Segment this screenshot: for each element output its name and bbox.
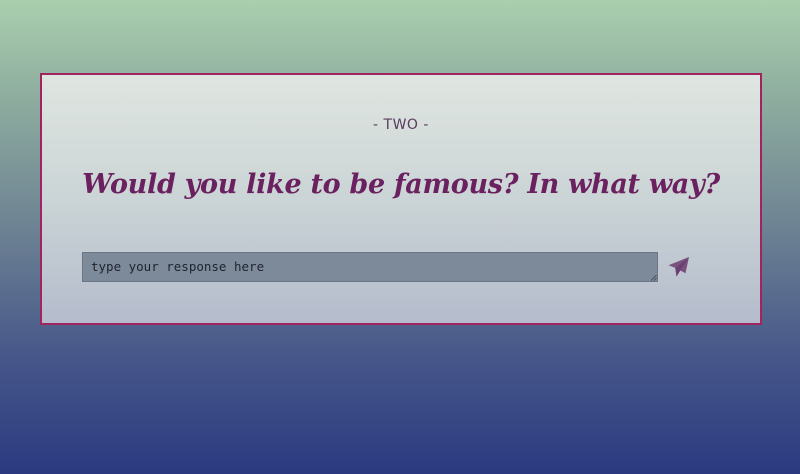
step-label: - TWO - xyxy=(373,117,429,133)
question-card: - TWO - Would you like to be famous? In … xyxy=(40,73,762,325)
paper-plane-icon xyxy=(668,257,689,277)
question-text: Would you like to be famous? In what way… xyxy=(82,169,720,200)
response-input[interactable] xyxy=(82,252,658,282)
send-button[interactable] xyxy=(667,255,691,279)
